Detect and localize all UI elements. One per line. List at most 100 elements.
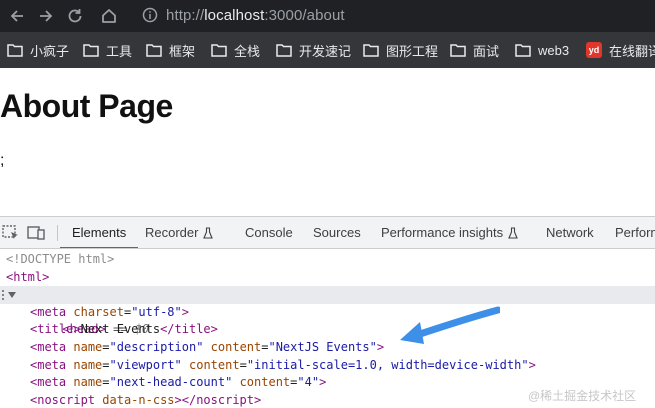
tab-sources[interactable]: Sources (313, 217, 361, 248)
bookmark-label: 全栈 (234, 43, 261, 59)
dom-html-line[interactable]: <html> (0, 269, 655, 287)
tab-console[interactable]: Console (245, 217, 293, 248)
device-toolbar-icon[interactable] (27, 224, 45, 242)
tag-name: title (174, 322, 211, 337)
tag-name: noscript (196, 392, 254, 407)
attr-name: content (239, 375, 291, 390)
youdao-icon: yd (586, 42, 602, 58)
bookmark-label: 框架 (169, 43, 196, 59)
tab-performance[interactable]: Performance (615, 217, 655, 248)
dom-title-line[interactable]: <title>Next Events</title> (0, 321, 655, 339)
bookmark-folder-5[interactable]: 图形工程 (363, 32, 438, 68)
tag-name: meta (37, 340, 67, 354)
elements-tree: <!DOCTYPE html> <html> <head> == $0 <met… (0, 251, 655, 408)
bookmark-label: web3 (538, 42, 570, 58)
address-bar[interactable]: http://localhost:3000/about (134, 1, 655, 29)
folder-icon (363, 44, 379, 57)
tab-label: Performance insights (381, 225, 504, 240)
folder-icon (211, 44, 227, 57)
bookmark-label: 面试 (473, 43, 500, 59)
tab-label: Network (546, 225, 594, 240)
devtools-panel: Elements Recorder Console Sources Perfor… (0, 216, 655, 408)
folder-icon (83, 44, 99, 57)
tab-label: Console (245, 225, 293, 240)
attr-value: "next-head-count" (109, 375, 233, 390)
tag-name: noscript (37, 392, 96, 407)
dom-meta-description-line[interactable]: <meta name="description" content="NextJS… (0, 339, 655, 357)
tab-label: Sources (313, 225, 361, 240)
dom-head-line-selected[interactable]: <head> == $0 (0, 286, 655, 336)
browser-toolbar: http://localhost:3000/about (0, 0, 655, 32)
attr-name: content (210, 340, 262, 354)
toolbar-divider (57, 225, 58, 241)
bookmark-folder-4[interactable]: 开发速记 (276, 32, 351, 68)
bookmark-label: 图形工程 (386, 43, 439, 59)
bookmark-folder-0[interactable]: 小疯子 (7, 32, 69, 68)
experiment-flask-icon (508, 226, 518, 239)
bookmark-label: 工具 (106, 43, 133, 59)
reload-icon (68, 9, 82, 23)
tab-elements[interactable]: Elements (59, 217, 139, 248)
attr-name: name (73, 375, 103, 390)
tag-name: meta (37, 375, 67, 390)
attr-value: "description" (109, 340, 204, 354)
bookmark-label: 小疯子 (30, 43, 70, 59)
folder-icon (276, 44, 292, 57)
tag-name: title (37, 322, 74, 337)
page-text: ; (0, 152, 5, 169)
dom-doctype-line[interactable]: <!DOCTYPE html> (0, 251, 655, 269)
tab-label: Performance (615, 225, 655, 240)
attr-value: "viewport" (109, 357, 182, 372)
info-icon[interactable] (142, 7, 158, 23)
bookmark-folder-1[interactable]: 工具 (83, 32, 132, 68)
back-arrow-icon (10, 10, 23, 22)
attr-value: "initial-scale=1.0, width=device-width" (246, 357, 529, 372)
devtools-tab-bar: Elements Recorder Console Sources Perfor… (0, 217, 655, 249)
annotation-arrow (400, 306, 500, 344)
tag-name: meta (37, 304, 67, 319)
folder-icon (7, 44, 23, 57)
url-scheme: http:// (166, 6, 205, 24)
folder-icon (146, 44, 162, 57)
forward-button[interactable] (35, 0, 57, 32)
html-tag-name: html (13, 269, 43, 284)
url-path: :3000/about (264, 6, 345, 24)
tab-performance-insights[interactable]: Performance insights (381, 217, 518, 248)
tag-name: meta (37, 357, 67, 372)
tab-label: Recorder (145, 225, 199, 240)
home-button[interactable] (98, 0, 120, 32)
dom-meta-charset-line[interactable]: <meta charset="utf-8"> (0, 304, 655, 322)
forward-arrow-icon (40, 10, 53, 22)
doctype-text: <!DOCTYPE html> (6, 252, 115, 266)
bookmark-label: 开发速记 (299, 43, 352, 59)
folder-icon (450, 44, 466, 57)
folder-icon (515, 44, 531, 57)
watermark: @稀土掘金技术社区 (528, 389, 637, 403)
attr-name: charset (73, 304, 124, 319)
back-button[interactable] (6, 0, 28, 32)
bookmark-folder-7[interactable]: web3 (515, 32, 569, 68)
tab-network[interactable]: Network (546, 217, 594, 248)
url-host: localhost (204, 6, 265, 24)
bookmark-label: 在线翻译 (609, 43, 655, 59)
attr-name: content (189, 357, 240, 372)
reload-button[interactable] (64, 0, 86, 32)
attr-name: name (73, 357, 103, 372)
attr-value: "NextJS Events" (268, 340, 377, 354)
attr-value: "4" (297, 375, 320, 390)
bookmark-folder-3[interactable]: 全栈 (211, 32, 260, 68)
page-title: About Page (0, 88, 173, 124)
bookmark-folder-2[interactable]: 框架 (146, 32, 195, 68)
tab-label: Elements (72, 225, 127, 240)
url-text[interactable]: http://localhost:3000/about (166, 7, 345, 24)
expand-triangle-icon[interactable] (8, 292, 16, 299)
bookmark-youdao[interactable]: yd 在线翻译 (586, 32, 655, 68)
attr-name: name (73, 340, 103, 354)
bookmark-folder-6[interactable]: 面试 (450, 32, 499, 68)
bookmarks-bar: 小疯子 工具 框架 全栈 开发速记 图形工程 面试 web3 yd 在线翻译 (0, 32, 655, 68)
dom-meta-viewport-line[interactable]: <meta name="viewport" content="initial-s… (0, 357, 655, 375)
more-actions-icon[interactable] (0, 289, 6, 301)
home-icon (102, 9, 116, 23)
tab-recorder[interactable]: Recorder (145, 217, 214, 248)
inspect-element-icon[interactable] (2, 224, 20, 242)
